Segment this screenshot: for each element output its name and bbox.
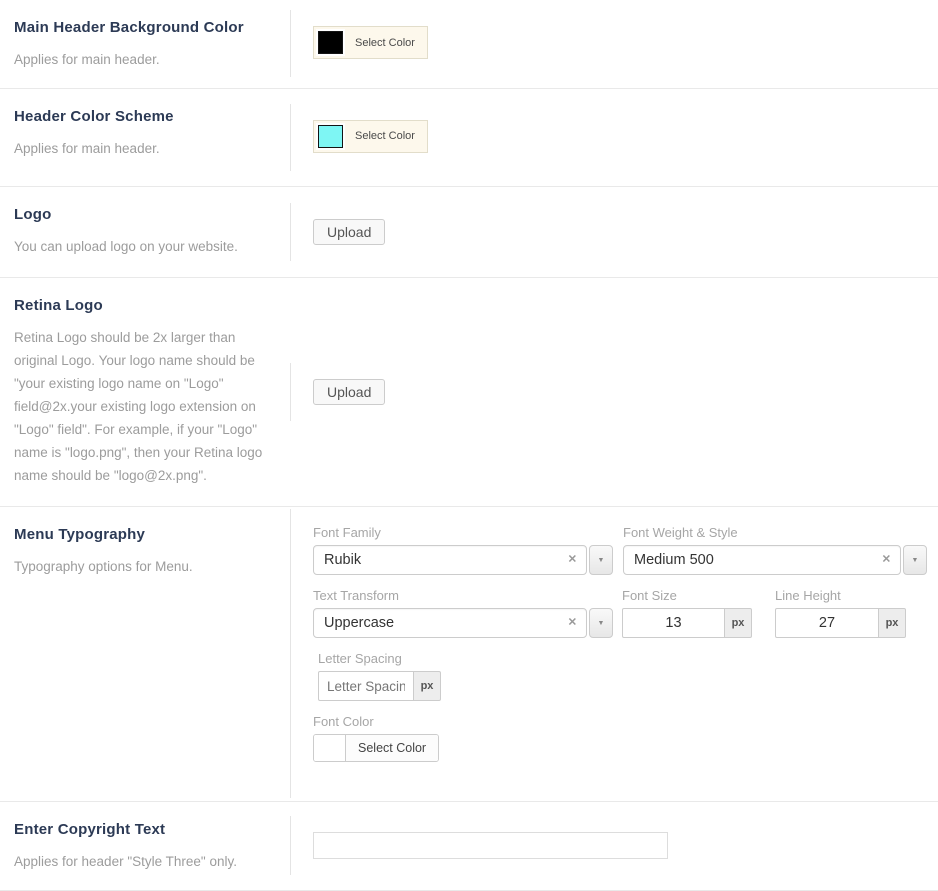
setting-row-header-color-scheme: Header Color Scheme Applies for main hea… [0, 89, 938, 187]
setting-title: Logo [14, 206, 266, 223]
clear-icon[interactable]: ✕ [568, 618, 577, 629]
copyright-text-input[interactable] [313, 832, 668, 859]
font-family-value: Rubik [324, 552, 361, 568]
color-swatch-fill [318, 125, 343, 148]
setting-control-area: Upload [290, 187, 938, 277]
font-color-group: Font Color Select Color [313, 714, 439, 766]
setting-control-area: Upload [290, 278, 938, 506]
font-size-input[interactable] [622, 608, 725, 638]
font-size-group: Font Size px [622, 588, 752, 638]
setting-row-logo: Logo You can upload logo on your website… [0, 187, 938, 278]
setting-description: Retina Logo should be 2x larger than ori… [14, 327, 266, 488]
line-height-input[interactable] [775, 608, 879, 638]
setting-info: Menu Typography Typography options for M… [0, 507, 290, 801]
select-color-button[interactable]: Select Color [313, 26, 428, 59]
setting-control-area [290, 802, 938, 890]
upload-retina-logo-button[interactable]: Upload [313, 379, 385, 405]
unit-label: px [413, 671, 441, 701]
setting-title: Enter Copyright Text [14, 821, 266, 838]
setting-description: Applies for header "Style Three" only. [14, 851, 266, 874]
clear-icon[interactable]: ✕ [568, 555, 577, 566]
setting-control-area: Font Family Rubik ✕ ▼ Font Weight & Styl… [290, 507, 938, 801]
setting-info: Header Color Scheme Applies for main hea… [0, 89, 290, 186]
chevron-down-icon: ▼ [912, 557, 919, 564]
font-color-select-button[interactable]: Select Color [313, 734, 439, 762]
text-transform-select[interactable]: Uppercase ✕ [313, 608, 587, 638]
font-family-select[interactable]: Rubik ✕ [313, 545, 587, 575]
text-transform-value: Uppercase [324, 615, 394, 631]
font-weight-group: Font Weight & Style Medium 500 ✕ ▼ [623, 525, 927, 575]
line-height-label: Line Height [775, 588, 906, 603]
select-color-label: Select Color [346, 735, 438, 761]
setting-row-menu-typography: Menu Typography Typography options for M… [0, 507, 938, 802]
select-color-label: Select Color [345, 37, 425, 49]
setting-title: Retina Logo [14, 297, 266, 314]
text-transform-dropdown-button[interactable]: ▼ [589, 608, 613, 638]
color-swatch [316, 123, 345, 150]
color-swatch [316, 29, 345, 56]
color-swatch-fill [318, 31, 343, 54]
setting-description: Typography options for Menu. [14, 556, 266, 579]
setting-info: Retina Logo Retina Logo should be 2x lar… [0, 278, 290, 506]
text-transform-group: Text Transform Uppercase ✕ ▼ [313, 588, 613, 638]
chevron-down-icon: ▼ [598, 620, 605, 627]
setting-info: Logo You can upload logo on your website… [0, 187, 290, 277]
line-height-group: Line Height px [775, 588, 906, 638]
setting-description: Applies for main header. [14, 49, 266, 72]
setting-row-retina-logo: Retina Logo Retina Logo should be 2x lar… [0, 278, 938, 507]
setting-title: Header Color Scheme [14, 108, 266, 125]
setting-description: You can upload logo on your website. [14, 236, 266, 259]
font-color-label: Font Color [313, 714, 439, 729]
font-weight-label: Font Weight & Style [623, 525, 927, 540]
letter-spacing-label: Letter Spacing [318, 651, 441, 666]
setting-row-main-header-bg: Main Header Background Color Applies for… [0, 0, 938, 89]
text-transform-label: Text Transform [313, 588, 613, 603]
font-weight-value: Medium 500 [634, 552, 714, 568]
font-family-dropdown-button[interactable]: ▼ [589, 545, 613, 575]
setting-control-area: Select Color [290, 89, 938, 186]
upload-logo-button[interactable]: Upload [313, 219, 385, 245]
color-swatch [314, 735, 346, 761]
chevron-down-icon: ▼ [598, 557, 605, 564]
font-family-group: Font Family Rubik ✕ ▼ [313, 525, 613, 575]
select-color-label: Select Color [345, 130, 425, 142]
unit-label: px [878, 608, 906, 638]
select-color-button[interactable]: Select Color [313, 120, 428, 153]
setting-row-copyright-text: Enter Copyright Text Applies for header … [0, 802, 938, 891]
letter-spacing-group: Letter Spacing px [318, 651, 441, 701]
setting-title: Menu Typography [14, 526, 266, 543]
setting-info: Enter Copyright Text Applies for header … [0, 802, 290, 890]
font-size-label: Font Size [622, 588, 752, 603]
setting-control-area: Select Color [290, 0, 938, 88]
setting-info: Main Header Background Color Applies for… [0, 0, 290, 88]
clear-icon[interactable]: ✕ [882, 555, 891, 566]
font-weight-select[interactable]: Medium 500 ✕ [623, 545, 901, 575]
unit-label: px [724, 608, 752, 638]
letter-spacing-input[interactable] [318, 671, 414, 701]
setting-description: Applies for main header. [14, 138, 266, 161]
font-weight-dropdown-button[interactable]: ▼ [903, 545, 927, 575]
setting-title: Main Header Background Color [14, 19, 266, 36]
font-family-label: Font Family [313, 525, 613, 540]
